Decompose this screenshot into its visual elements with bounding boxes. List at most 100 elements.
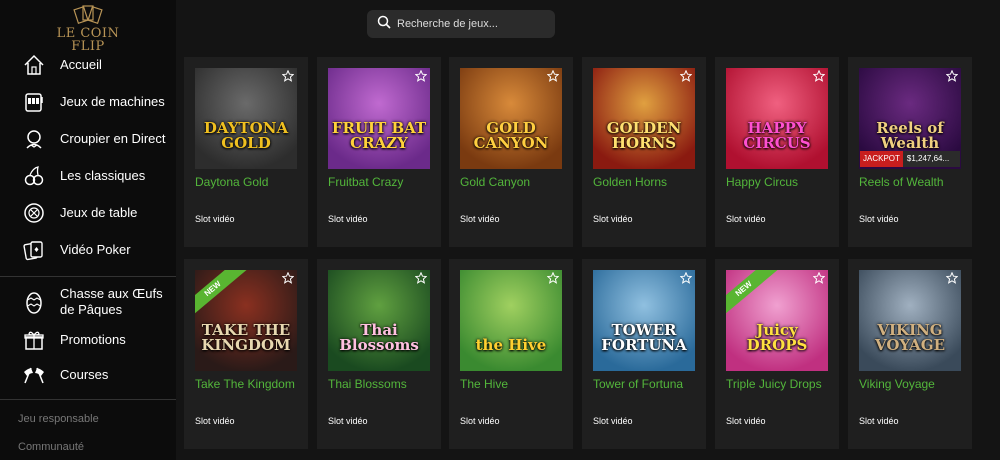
search-icon (377, 15, 391, 34)
game-type: Slot vidéo (195, 416, 235, 426)
nav-item-video-poker[interactable]: Vidéo Poker (0, 231, 176, 268)
footer-link-responsible-gaming[interactable]: Jeu responsable (18, 413, 99, 425)
home-icon (22, 53, 46, 77)
game-thumbnail[interactable]: GOLD CANYON (460, 68, 562, 169)
main-nav: Accueil Jeux de machines Croupier en Dir… (0, 46, 176, 268)
game-artwork (460, 270, 562, 371)
game-card[interactable]: HAPPY CIRCUS Happy Circus Slot vidéo (715, 57, 839, 247)
game-card[interactable]: TOWER FORTUNA Tower of Fortuna Slot vidéo (582, 259, 706, 449)
favorite-star-icon[interactable] (547, 272, 559, 284)
nav-item-easter-hunt[interactable]: Chasse aux Œufs de Pâques (0, 280, 176, 324)
favorite-star-icon[interactable] (680, 272, 692, 284)
nav-label: Vidéo Poker (60, 241, 131, 257)
game-type: Slot vidéo (859, 214, 899, 224)
game-thumbnail[interactable]: FRUIT BAT CRAZY (328, 68, 430, 169)
nav-item-slots[interactable]: Jeux de machines (0, 83, 176, 120)
game-card[interactable]: GOLDEN HORNS Golden Horns Slot vidéo (582, 57, 706, 247)
game-art-title: HAPPY CIRCUS (743, 119, 811, 152)
secondary-nav: Chasse aux Œufs de Pâques Promotions Cou… (0, 280, 176, 393)
nav-item-live-dealer[interactable]: Croupier en Direct (0, 120, 176, 157)
game-thumbnail[interactable]: Thai Blossoms (328, 270, 430, 371)
game-thumbnail[interactable]: Reels of Wealth JACKPOT $1,247,64... (859, 68, 961, 169)
favorite-star-icon[interactable] (415, 272, 427, 284)
game-card[interactable]: GOLD CANYON Gold Canyon Slot vidéo (449, 57, 573, 247)
game-name[interactable]: Daytona Gold (195, 175, 268, 189)
game-name[interactable]: Gold Canyon (460, 175, 530, 189)
game-art-title: GOLDEN HORNS (606, 119, 682, 152)
game-thumbnail[interactable]: TAKE THE KINGDOM NEW (195, 270, 297, 371)
game-art-title: Reels of Wealth (876, 119, 944, 152)
favorite-star-icon[interactable] (813, 70, 825, 82)
game-name[interactable]: Fruitbat Crazy (328, 175, 403, 189)
dealer-icon (22, 127, 46, 151)
favorite-star-icon[interactable] (547, 70, 559, 82)
game-thumbnail[interactable]: the Hive (460, 270, 562, 371)
game-art-title: TOWER FORTUNA (601, 321, 687, 354)
game-card[interactable]: DAYTONA GOLD Daytona Gold Slot vidéo (184, 57, 308, 247)
game-type: Slot vidéo (328, 214, 368, 224)
game-name[interactable]: Viking Voyage (859, 377, 935, 391)
chip-icon (22, 201, 46, 225)
favorite-star-icon[interactable] (415, 70, 427, 82)
game-card[interactable]: Juicy DROPS NEW Triple Juicy Drops Slot vid… (715, 259, 839, 449)
game-type: Slot vidéo (726, 416, 766, 426)
favorite-star-icon[interactable] (282, 272, 294, 284)
game-thumbnail[interactable]: DAYTONA GOLD (195, 68, 297, 169)
game-thumbnail[interactable]: VIKING VOYAGE (859, 270, 961, 371)
favorite-star-icon[interactable] (813, 272, 825, 284)
footer-link-community[interactable]: Communauté (18, 441, 84, 453)
game-card[interactable]: VIKING VOYAGE Viking Voyage Slot vidéo (848, 259, 972, 449)
search-input[interactable] (397, 18, 547, 30)
game-name[interactable]: Tower of Fortuna (593, 377, 683, 391)
favorite-star-icon[interactable] (680, 70, 692, 82)
game-name[interactable]: Thai Blossoms (328, 377, 407, 391)
game-art-title: VIKING VOYAGE (874, 321, 946, 354)
game-name[interactable]: Triple Juicy Drops (726, 377, 822, 391)
game-name[interactable]: Take The Kingdom (195, 377, 295, 391)
game-art-title: DAYTONA GOLD (203, 119, 289, 152)
game-art-title: the Hive (475, 336, 547, 354)
jackpot-value: $1,247,64... (902, 151, 960, 167)
game-art-title: TAKE THE KINGDOM (201, 321, 291, 354)
sidebar: LE COIN FLIP Accueil Jeux de machines Cr… (0, 0, 176, 460)
nav-item-races[interactable]: Courses (0, 356, 176, 393)
favorite-star-icon[interactable] (946, 70, 958, 82)
easter-egg-icon (22, 290, 46, 314)
game-name[interactable]: Reels of Wealth (859, 175, 944, 189)
game-type: Slot vidéo (593, 214, 633, 224)
search-box[interactable] (367, 10, 555, 38)
game-art-title: FRUIT BAT CRAZY (331, 119, 427, 152)
cards-logo-icon (73, 5, 103, 24)
game-type: Slot vidéo (859, 416, 899, 426)
cards-icon (22, 238, 46, 262)
jackpot-ticker: JACKPOT $1,247,64... (860, 151, 960, 167)
game-card[interactable]: the Hive The Hive Slot vidéo (449, 259, 573, 449)
game-thumbnail[interactable]: GOLDEN HORNS (593, 68, 695, 169)
nav-item-home[interactable]: Accueil (0, 46, 176, 83)
game-card[interactable]: TAKE THE KINGDOM NEW Take The Kingdom Slot … (184, 259, 308, 449)
nav-label: Courses (60, 366, 109, 382)
game-type: Slot vidéo (195, 214, 235, 224)
game-card[interactable]: Thai Blossoms Thai Blossoms Slot vidéo (317, 259, 441, 449)
nav-item-promotions[interactable]: Promotions (0, 324, 176, 356)
game-card[interactable]: FRUIT BAT CRAZY Fruitbat Crazy Slot vidéo (317, 57, 441, 247)
game-thumbnail[interactable]: HAPPY CIRCUS (726, 68, 828, 169)
game-thumbnail[interactable]: Juicy DROPS NEW (726, 270, 828, 371)
nav-label: Promotions (60, 332, 126, 347)
game-type: Slot vidéo (460, 214, 500, 224)
brand-logo[interactable]: LE COIN FLIP (48, 4, 128, 53)
game-name[interactable]: Happy Circus (726, 175, 798, 189)
nav-label: Jeux de machines (60, 93, 165, 109)
favorite-star-icon[interactable] (282, 70, 294, 82)
game-card[interactable]: Reels of Wealth JACKPOT $1,247,64... Reels … (848, 57, 972, 247)
game-type: Slot vidéo (328, 416, 368, 426)
nav-label: Croupier en Direct (60, 130, 166, 146)
nav-item-table-games[interactable]: Jeux de table (0, 194, 176, 231)
nav-item-classics[interactable]: Les classiques (0, 157, 176, 194)
nav-divider (0, 399, 176, 400)
game-name[interactable]: Golden Horns (593, 175, 667, 189)
game-name[interactable]: The Hive (460, 377, 508, 391)
game-thumbnail[interactable]: TOWER FORTUNA (593, 270, 695, 371)
favorite-star-icon[interactable] (946, 272, 958, 284)
nav-label: Jeux de table (60, 204, 138, 220)
